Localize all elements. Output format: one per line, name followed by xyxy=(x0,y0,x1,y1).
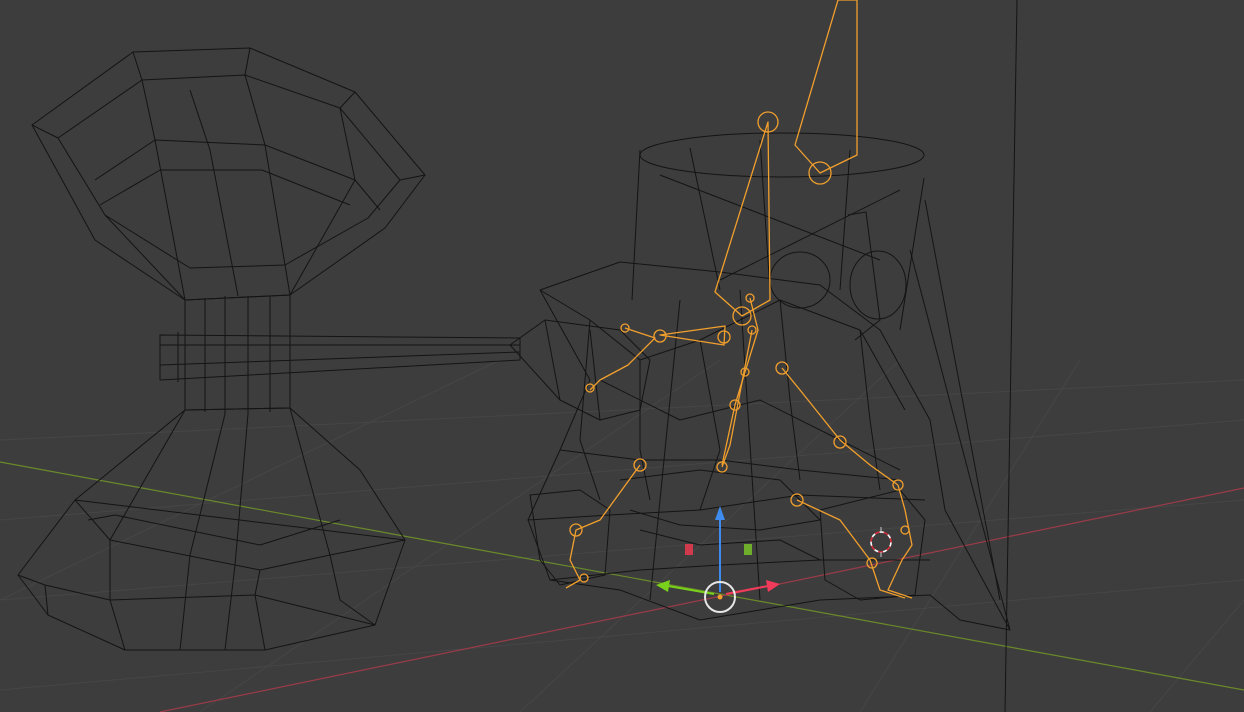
3d-cursor[interactable] xyxy=(870,527,892,557)
gizmo-plane-handle-red[interactable] xyxy=(685,544,693,555)
y-axis-line xyxy=(0,461,1244,691)
gizmo-y-arrow[interactable] xyxy=(656,580,670,592)
hammer-wireframe[interactable] xyxy=(17,47,521,651)
gizmo-plane-handle-green[interactable] xyxy=(744,544,752,555)
gizmo-z-arrow[interactable] xyxy=(715,506,725,520)
viewport-canvas[interactable] xyxy=(0,0,1244,712)
translate-gizmo[interactable] xyxy=(656,506,780,613)
floor-grid xyxy=(0,359,1244,712)
character-wireframe[interactable] xyxy=(509,132,1011,631)
object-boundary-line xyxy=(1004,0,1018,712)
armature-bones[interactable] xyxy=(565,0,913,599)
object-origin xyxy=(717,594,723,600)
3d-viewport[interactable] xyxy=(0,0,1244,712)
gizmo-x-arrow[interactable] xyxy=(766,580,780,592)
